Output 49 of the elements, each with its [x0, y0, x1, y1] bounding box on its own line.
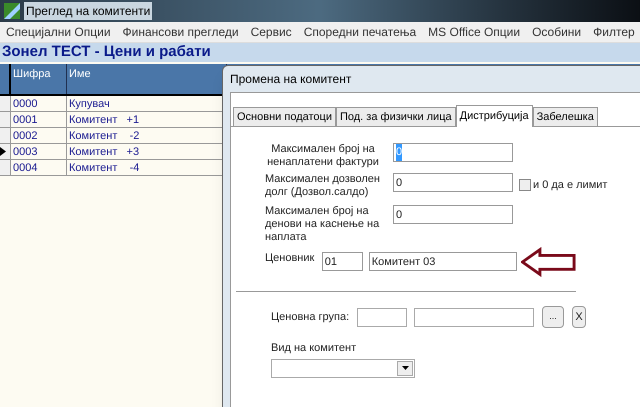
clear-button[interactable]: X	[572, 306, 586, 328]
menu-item[interactable]: Особини	[526, 23, 588, 41]
price-list-name-field[interactable]: Комитент 03	[368, 252, 517, 271]
tab[interactable]: Дистрибуција	[456, 105, 533, 127]
dialog-title: Промена на комитент	[230, 71, 352, 88]
table-cell-text: Комитент -2	[68, 129, 140, 143]
table-cell-text: Комитент +1	[68, 113, 140, 127]
field-label: Ценовна група:	[271, 310, 350, 325]
table-row[interactable]: 0003 Комитент +3	[0, 144, 222, 160]
tab[interactable]: Под. за физички лица	[336, 107, 456, 126]
price-list-code-field[interactable]: 01	[322, 252, 363, 271]
table-row[interactable]: 0000 Купувач	[0, 96, 222, 112]
table-row[interactable]: 0004 Комитент -4	[0, 160, 222, 176]
app-logo-icon	[4, 3, 20, 19]
menu-item[interactable]: Финансови прегледи	[116, 23, 245, 41]
window-title: Преглед на комитенти	[24, 2, 152, 20]
menu-item[interactable]: Специјални Опции	[0, 23, 117, 41]
menu-item[interactable]: Филтер	[587, 23, 640, 41]
table-cell-text: Комитент +3	[68, 145, 140, 159]
header-title: Зонел ТЕСТ - Цени и рабати	[2, 42, 211, 62]
field-label: Максимален број на ненаплатени фактури	[266, 143, 380, 169]
table-cell: 0002	[11, 128, 67, 143]
field-label: Максимален дозволен долг (Дозвол.салдо)	[264, 173, 381, 199]
price-group-code-field[interactable]	[357, 308, 407, 326]
tab[interactable]: Забелешка	[532, 107, 598, 126]
table-row[interactable]: 0001 Комитент +1	[0, 112, 222, 128]
menu-item[interactable]: MS Office Опции	[422, 23, 526, 41]
table-cell: 0000	[11, 96, 67, 111]
table-cell-text: Купувач	[68, 97, 111, 111]
dropdown-caret-icon	[402, 366, 408, 370]
table-cell: 0003	[11, 144, 67, 159]
menu-item[interactable]: Сервис	[244, 23, 298, 41]
max-days-field[interactable]: 0	[393, 205, 513, 224]
max-debt-field[interactable]: 0	[393, 173, 513, 192]
client-type-dropdown[interactable]	[271, 358, 415, 378]
checkbox-label: и 0 да е лимит	[533, 178, 608, 193]
browse-button[interactable]: ...	[542, 306, 564, 328]
table-cell: 0001	[11, 112, 67, 127]
column-header[interactable]: Шифра	[11, 64, 67, 94]
field-label: Максимален број на денови на каснење на наплата	[264, 205, 380, 244]
checkbox[interactable]	[519, 179, 531, 192]
table-cell-text: Комитент -4	[68, 161, 140, 175]
field-label: Ценовник	[265, 251, 316, 266]
field-label: Вид на комитент	[271, 341, 358, 356]
tab[interactable]: Основни податоци	[233, 107, 336, 126]
menu-item[interactable]: Споредни печатења	[298, 23, 422, 41]
table-row[interactable]: 0002 Комитент -2	[0, 128, 222, 144]
price-group-name-field[interactable]	[414, 308, 534, 326]
table-cell: 0004	[11, 160, 67, 175]
